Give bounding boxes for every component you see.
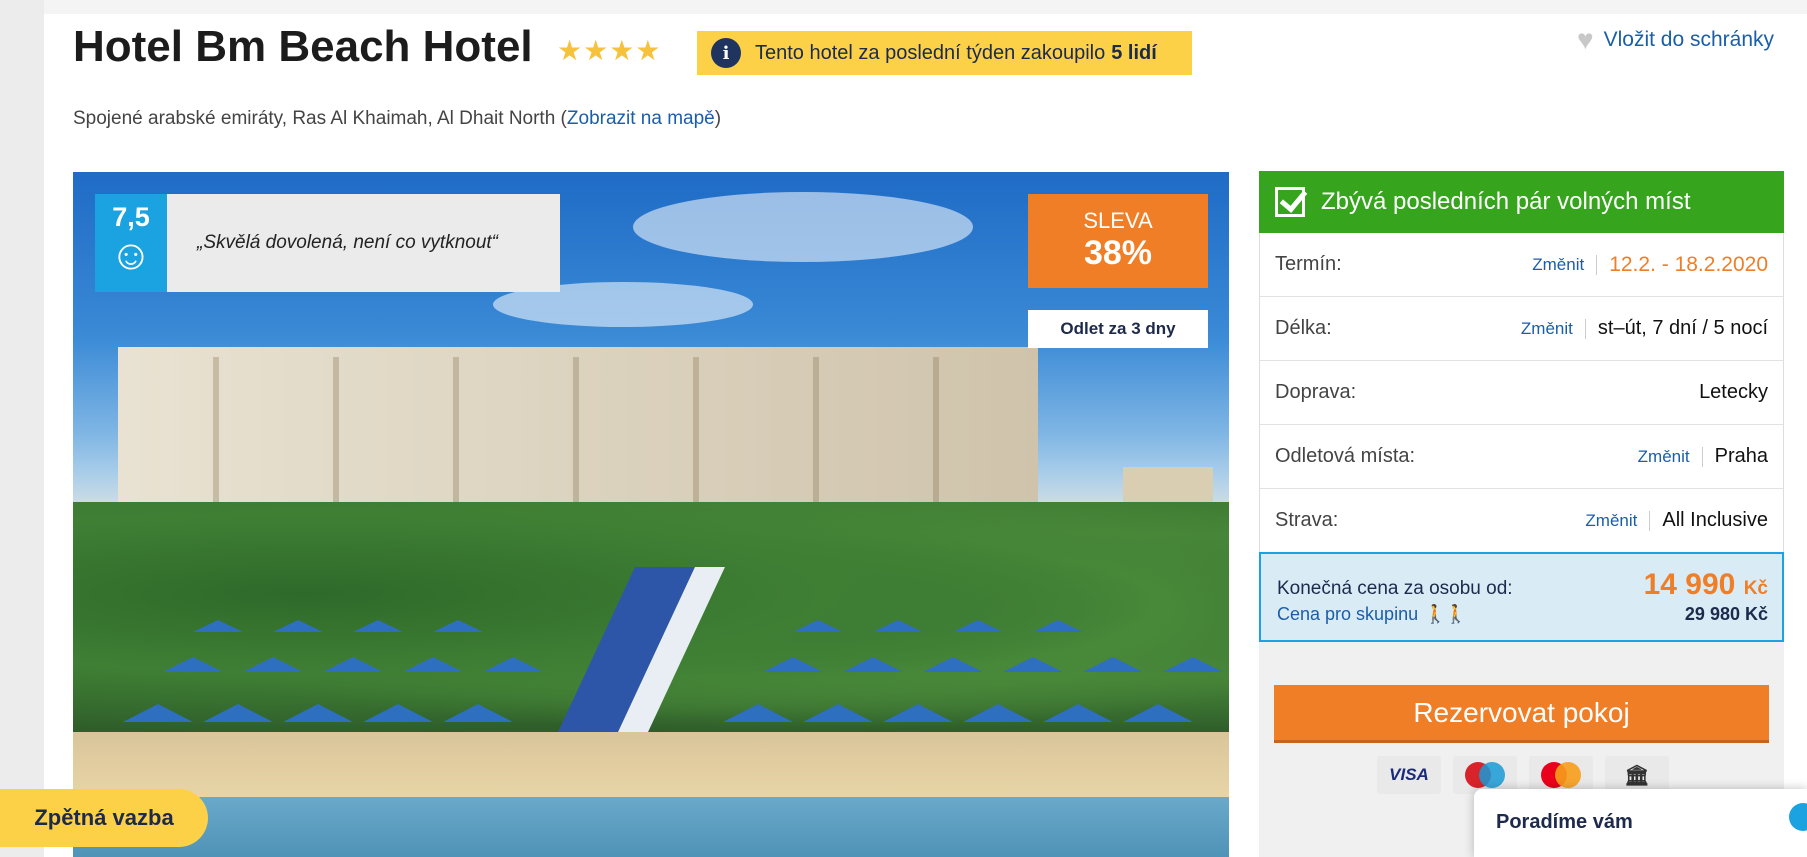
smile-icon: ☺ — [109, 231, 153, 278]
checkbox-check-icon — [1275, 187, 1305, 217]
promo-highlight: 5 lidí — [1111, 41, 1157, 64]
price-box: Konečná cena za osobu od: 14 990 Kč Cena… — [1259, 552, 1784, 642]
availability-banner: Zbývá posledních pár volných míst — [1259, 171, 1784, 233]
cloud — [633, 192, 973, 262]
wishlist-label: Vložit do schránky — [1603, 28, 1775, 51]
price-label: Konečná cena za osobu od: — [1277, 578, 1513, 599]
sea — [73, 797, 1229, 857]
promo-text: Tento hotel za poslední týden zakoupilo — [755, 41, 1106, 64]
group-price-label: Cena pro skupinu — [1277, 604, 1419, 624]
add-to-wishlist[interactable]: ♥ Vložit do schránky — [1577, 24, 1774, 56]
row-transport: Doprava: Letecky — [1260, 361, 1783, 425]
row-value: All Inclusive — [1662, 509, 1768, 531]
book-room-button[interactable]: Rezervovat pokoj — [1274, 685, 1769, 743]
row-departure-places: Odletová místa: Změnit Praha — [1260, 425, 1783, 489]
group-price-link[interactable]: Cena pro skupinu 🚶🚶 — [1277, 604, 1467, 625]
discount-value: 38% — [1083, 234, 1153, 272]
row-label: Strava: — [1275, 509, 1339, 531]
row-label: Délka: — [1275, 317, 1332, 339]
change-departure-link[interactable]: Změnit — [1638, 446, 1703, 467]
chat-widget[interactable]: Poradíme vám — [1474, 789, 1807, 857]
row-term: Termín: Změnit 12.2. - 18.2.2020 — [1260, 233, 1783, 297]
group-price: 29 980 Kč — [1684, 604, 1768, 624]
location-text: Spojené arabské emiráty, Ras Al Khaimah,… — [73, 108, 556, 129]
visa-icon: VISA — [1377, 756, 1441, 794]
hotel-title: Hotel Bm Beach Hotel — [73, 22, 533, 71]
review-score-badge[interactable]: 7,5 ☺ — [95, 194, 179, 292]
price-per-person: 14 990 Kč — [1644, 568, 1768, 602]
row-length: Délka: Změnit st–út, 7 dní / 5 nocí — [1260, 297, 1783, 361]
people-icon: 🚶🚶 — [1424, 604, 1467, 624]
row-label: Odletová místa: — [1275, 445, 1416, 467]
beach — [73, 732, 1229, 797]
booking-panel: Zbývá posledních pár volných míst Termín… — [1259, 171, 1784, 857]
left-gutter — [0, 0, 44, 857]
discount-badge: SLEVA 38% — [1028, 194, 1208, 288]
row-value: Letecky — [1699, 381, 1768, 403]
change-term-link[interactable]: Změnit — [1532, 254, 1598, 275]
change-board-link[interactable]: Změnit — [1585, 510, 1651, 531]
top-strip — [44, 0, 1807, 14]
review-quote: „Skvělá dovolená, není co vytknout“ — [167, 194, 560, 292]
heart-icon: ♥ — [1577, 24, 1594, 55]
discount-label: SLEVA — [1083, 208, 1153, 233]
trip-details: Termín: Změnit 12.2. - 18.2.2020 Délka: … — [1259, 233, 1784, 553]
row-value: Praha — [1714, 445, 1768, 467]
star-rating: ★★★★ — [557, 35, 662, 66]
chat-label: Poradíme vám — [1496, 811, 1633, 833]
price-value: 14 990 — [1643, 568, 1736, 601]
departure-badge: Odlet za 3 dny — [1028, 310, 1208, 348]
price-currency: Kč — [1743, 578, 1768, 599]
hotel-photo[interactable]: 7,5 ☺ „Skvělá dovolená, není co vytknout… — [73, 172, 1229, 857]
info-icon: i — [711, 38, 741, 68]
hotel-location: Spojené arabské emiráty, Ras Al Khaimah,… — [73, 108, 722, 129]
availability-text: Zbývá posledních pár volných míst — [1321, 188, 1691, 215]
feedback-button[interactable]: Zpětná vazba — [0, 789, 208, 847]
row-board: Strava: Změnit All Inclusive — [1260, 489, 1783, 553]
chat-bubble-icon — [1789, 803, 1807, 831]
row-value: st–út, 7 dní / 5 nocí — [1597, 317, 1768, 339]
row-value: 12.2. - 18.2.2020 — [1609, 252, 1768, 276]
review-score: 7,5 — [112, 202, 150, 232]
row-label: Termín: — [1275, 253, 1342, 275]
change-length-link[interactable]: Změnit — [1521, 318, 1586, 339]
purchase-info-banner: i Tento hotel za poslední týden zakoupil… — [697, 31, 1192, 75]
row-label: Doprava: — [1275, 381, 1357, 403]
show-on-map-link[interactable]: Zobrazit na mapě — [567, 108, 715, 129]
